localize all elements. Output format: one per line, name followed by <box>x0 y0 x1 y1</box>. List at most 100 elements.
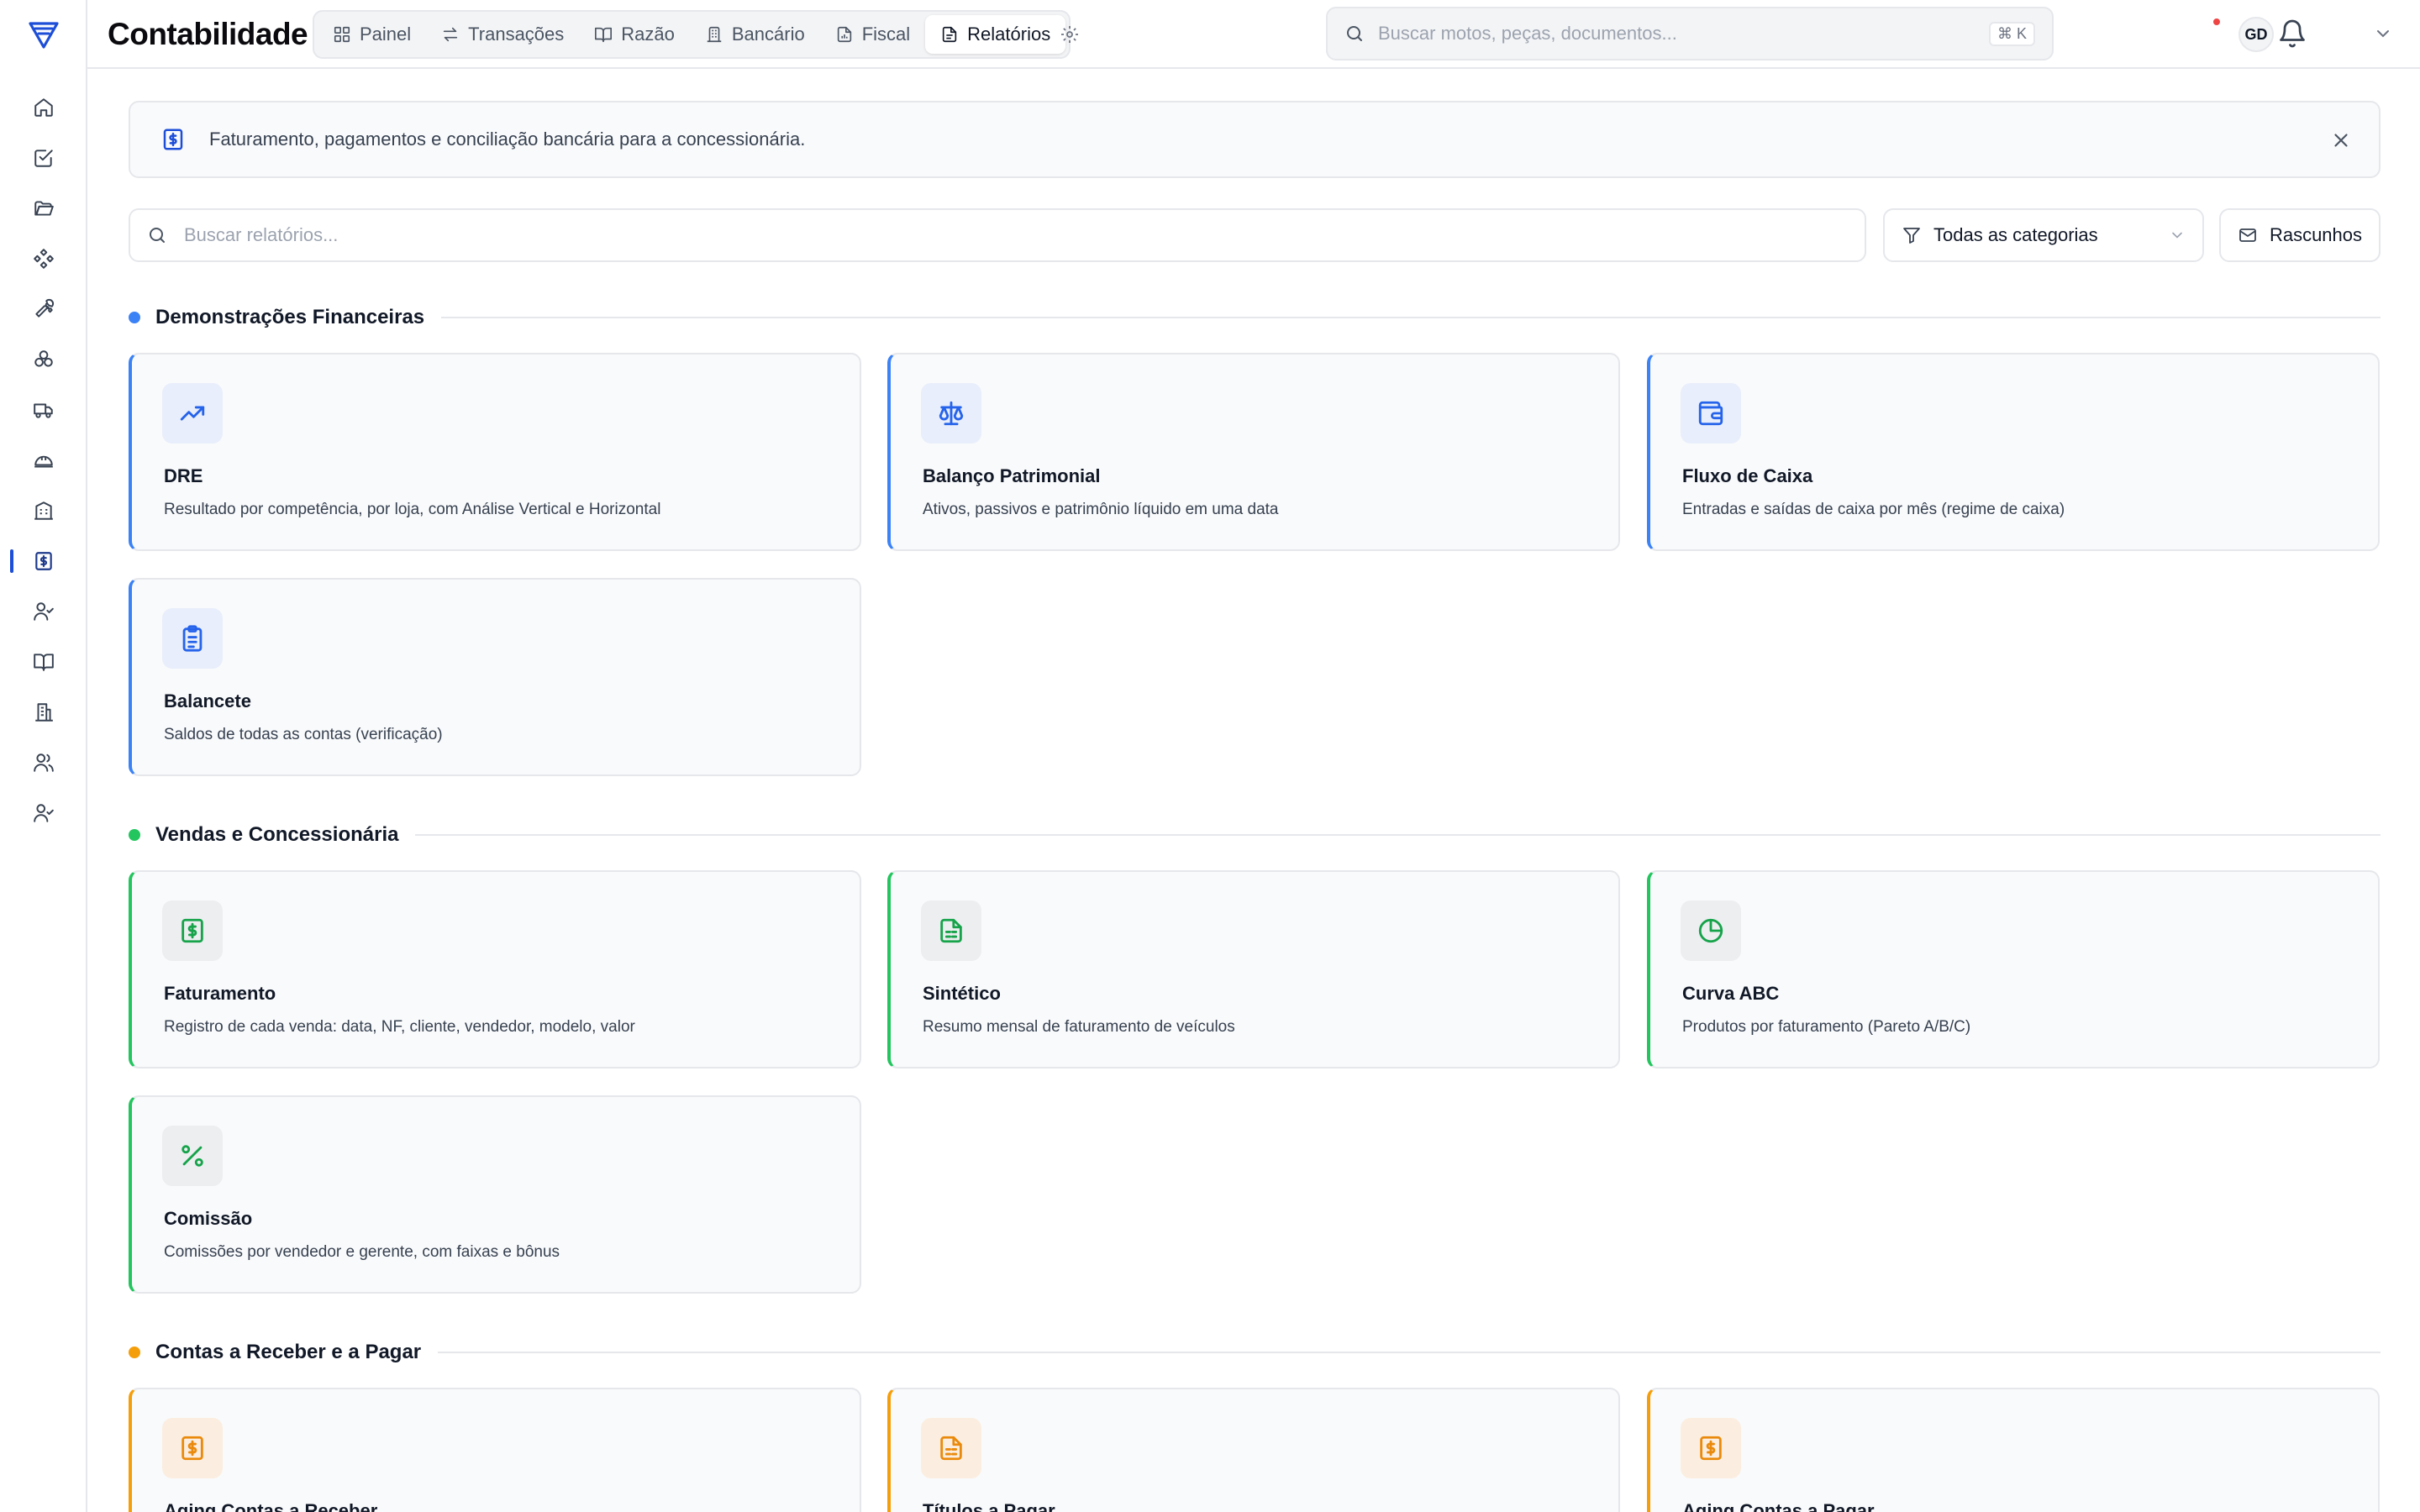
section-title: Vendas e Concessionária <box>155 823 399 846</box>
file-spreadsheet-icon <box>921 900 981 961</box>
card-title: DRE <box>164 465 203 486</box>
wrench-icon[interactable] <box>20 286 67 333</box>
file-text-icon <box>943 26 957 43</box>
users-icon[interactable] <box>20 739 67 786</box>
tab-relatorios[interactable]: Relatórios <box>925 15 1066 54</box>
report-card-balanco[interactable]: Balanço Patrimonial Ativos, passivos e p… <box>887 353 1620 551</box>
report-card-balancete[interactable]: Balancete Saldos de todas as contas (ver… <box>129 578 861 776</box>
card-title: Títulos a Pagar <box>923 1500 1055 1512</box>
section-divider <box>415 834 2381 836</box>
building-icon[interactable] <box>20 487 67 534</box>
section-title: Contas a Receber e a Pagar <box>155 1341 422 1363</box>
avatar[interactable]: GD <box>2238 17 2274 52</box>
tab-bancario[interactable]: Bancário <box>690 15 820 54</box>
wallet-icon <box>1681 383 1741 444</box>
report-search-input[interactable] <box>184 224 1848 246</box>
check-square-icon[interactable] <box>20 134 67 181</box>
percent-icon <box>162 1126 223 1186</box>
grid-icon <box>334 26 350 43</box>
tab-transacoes[interactable]: Transações <box>426 15 579 54</box>
top-header: Contabilidade Painel Transações Razão Ba… <box>87 0 2420 69</box>
card-description: Registro de cada venda: data, NF, client… <box>164 1018 635 1036</box>
report-card-sintetico[interactable]: Sintético Resumo mensal de faturamento d… <box>887 870 1620 1068</box>
tab-label: Painel <box>360 24 412 45</box>
tab-painel[interactable]: Painel <box>318 15 426 54</box>
notification-badge <box>2212 17 2222 27</box>
chevron-down-icon[interactable] <box>2373 24 2393 44</box>
card-description: Saldos de todas as contas (verificação) <box>164 726 443 743</box>
card-title: Balancete <box>164 690 251 711</box>
section-header-contas: Contas a Receber e a Pagar <box>129 1336 2381 1369</box>
tab-label: Bancário <box>731 24 805 45</box>
gear-icon[interactable] <box>1057 22 1082 47</box>
report-card-comissao[interactable]: Comissão Comissões por vendedor e gerent… <box>129 1095 861 1294</box>
user-check-2-icon[interactable] <box>20 790 67 837</box>
section-header-demonstracoes: Demonstrações Financeiras <box>129 301 2381 334</box>
sidebar-active-indicator <box>10 549 13 573</box>
file-chart-icon <box>837 26 851 43</box>
bank-icon <box>707 26 722 43</box>
arrows-icon <box>443 27 458 42</box>
search-icon <box>150 228 165 243</box>
card-title: Aging Contas a Receber <box>164 1500 378 1512</box>
helmet-icon[interactable] <box>20 437 67 484</box>
sidebar <box>0 0 87 1512</box>
drafts-button-label: Rascunhos <box>2269 224 2363 245</box>
trending-up-icon <box>162 383 223 444</box>
tab-razao[interactable]: Razão <box>579 15 690 54</box>
search-shortcut-badge: ⌘ K <box>1988 21 2035 46</box>
diamond-grid-icon[interactable] <box>20 235 67 282</box>
filter-icon <box>1903 228 1920 244</box>
home-icon[interactable] <box>20 84 67 131</box>
section-dot <box>129 1347 140 1358</box>
card-description: Ativos, passivos e patrimônio líquido em… <box>923 501 1279 518</box>
file-spreadsheet-icon <box>921 1418 981 1478</box>
page-title: Contabilidade <box>108 17 308 51</box>
category-select-value: Todas as categorias <box>1933 224 2098 245</box>
book-icon <box>595 27 613 43</box>
search-icon <box>1347 26 1362 41</box>
drafts-button[interactable]: Rascunhos <box>2219 208 2381 262</box>
report-card-dre[interactable]: DRE Resultado por competência, por loja,… <box>129 353 861 551</box>
dollar-receipt-icon <box>163 129 183 150</box>
category-select[interactable]: Todas as categorias <box>1883 208 2204 262</box>
folder-open-icon[interactable] <box>20 185 67 232</box>
section-dot <box>129 312 140 323</box>
report-card-aging-receber[interactable]: Aging Contas a Receber <box>129 1388 861 1512</box>
report-card-aging-pagar[interactable]: Aging Contas a Pagar <box>1647 1388 2380 1512</box>
tab-label: Relatórios <box>967 24 1051 45</box>
card-title: Faturamento <box>164 983 276 1004</box>
close-icon[interactable] <box>2330 129 2352 151</box>
bell-icon[interactable] <box>2277 18 2307 49</box>
office-icon[interactable] <box>20 689 67 736</box>
dollar-receipt-icon <box>1681 1418 1741 1478</box>
open-book-icon[interactable] <box>20 638 67 685</box>
card-title: Fluxo de Caixa <box>1682 465 1813 486</box>
section-dot <box>129 829 140 841</box>
section-header-vendas: Vendas e Concessionária <box>129 818 2381 852</box>
report-search[interactable] <box>129 208 1866 262</box>
global-search[interactable]: ⌘ K <box>1326 7 2054 60</box>
truck-icon[interactable] <box>20 386 67 433</box>
card-title: Curva ABC <box>1682 983 1780 1004</box>
card-title: Comissão <box>164 1208 253 1229</box>
tab-label: Fiscal <box>861 24 911 45</box>
report-card-curva-abc[interactable]: Curva ABC Produtos por faturamento (Pare… <box>1647 870 2380 1068</box>
chevron-down-icon <box>2172 232 2182 239</box>
report-card-fluxo-caixa[interactable]: Fluxo de Caixa Entradas e saídas de caix… <box>1647 353 2380 551</box>
dollar-receipt-icon[interactable] <box>20 538 67 585</box>
report-card-titulos-pagar[interactable]: Títulos a Pagar <box>887 1388 1620 1512</box>
mail-icon <box>2239 228 2256 242</box>
parts-icon[interactable] <box>20 336 67 383</box>
banner-text: Faturamento, pagamentos e conciliação ba… <box>209 129 806 150</box>
user-check-icon[interactable] <box>20 588 67 635</box>
tab-fiscal[interactable]: Fiscal <box>820 15 925 54</box>
global-search-input[interactable] <box>1378 23 1975 45</box>
tab-label: Razão <box>621 24 675 45</box>
tab-label: Transações <box>468 24 565 45</box>
filter-bar: Todas as categorias Rascunhos <box>129 208 2381 262</box>
dollar-receipt-icon <box>162 1418 223 1478</box>
app-logo-icon[interactable] <box>25 17 62 54</box>
report-card-faturamento[interactable]: Faturamento Registro de cada venda: data… <box>129 870 861 1068</box>
section-title: Demonstrações Financeiras <box>155 306 425 328</box>
